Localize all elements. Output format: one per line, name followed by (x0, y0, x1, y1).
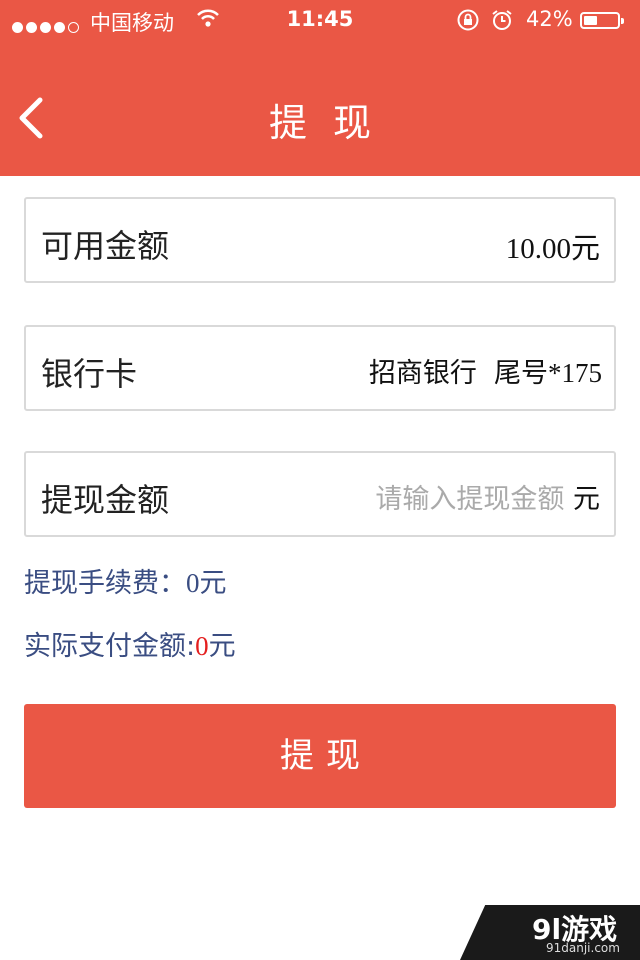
available-amount-row: 可用金额 10.00元 (24, 197, 616, 283)
withdraw-submit-button[interactable]: 提现 (24, 704, 616, 808)
fee-label: 提现手续费： (24, 568, 186, 599)
withdraw-amount-input[interactable]: 请输入提现金额 (375, 484, 564, 515)
bank-card-value: 招商银行 尾号*175 (369, 351, 602, 390)
withdraw-amount-field: 请输入提现金额 元 (375, 477, 600, 516)
fee-value: 0 (186, 568, 200, 598)
battery-percent: 42% (526, 7, 573, 31)
withdraw-amount-unit: 元 (573, 484, 600, 515)
withdraw-amount-label: 提现金额 (41, 481, 170, 519)
watermark-logo: 9l游戏 91danji.com (460, 905, 640, 960)
card-tail-number: *175 (548, 358, 602, 388)
actual-payment-line: 实际支付金额:0元 (24, 624, 236, 663)
bank-card-row[interactable]: 银行卡 招商银行 尾号*175 (24, 325, 616, 411)
alarm-icon (492, 10, 512, 30)
withdraw-amount-row: 提现金额 请输入提现金额 元 (24, 451, 616, 537)
battery-icon (580, 12, 624, 29)
available-amount-value: 10.00元 (506, 225, 600, 267)
watermark-url: 91danji.com (546, 941, 620, 955)
status-bar: 中国移动 11:45 42% (0, 0, 640, 40)
top-header: 中国移动 11:45 42% 提现 (0, 0, 640, 176)
available-amount-number: 10.00 (505, 233, 571, 265)
actual-payment-label: 实际支付金额: (24, 631, 196, 662)
card-tail-prefix: 尾号 (494, 358, 548, 389)
available-amount-label: 可用金额 (41, 227, 170, 265)
fee-line: 提现手续费：0元 (24, 561, 227, 600)
actual-payment-value: 0 (195, 631, 209, 661)
bank-card-label: 银行卡 (41, 355, 138, 393)
bank-name: 招商银行 (368, 358, 477, 389)
available-amount-unit: 元 (570, 231, 600, 265)
actual-payment-unit: 元 (208, 631, 236, 662)
page-title: 提现 (268, 101, 397, 145)
fee-unit: 元 (199, 568, 227, 599)
rotation-lock-icon (457, 9, 479, 31)
